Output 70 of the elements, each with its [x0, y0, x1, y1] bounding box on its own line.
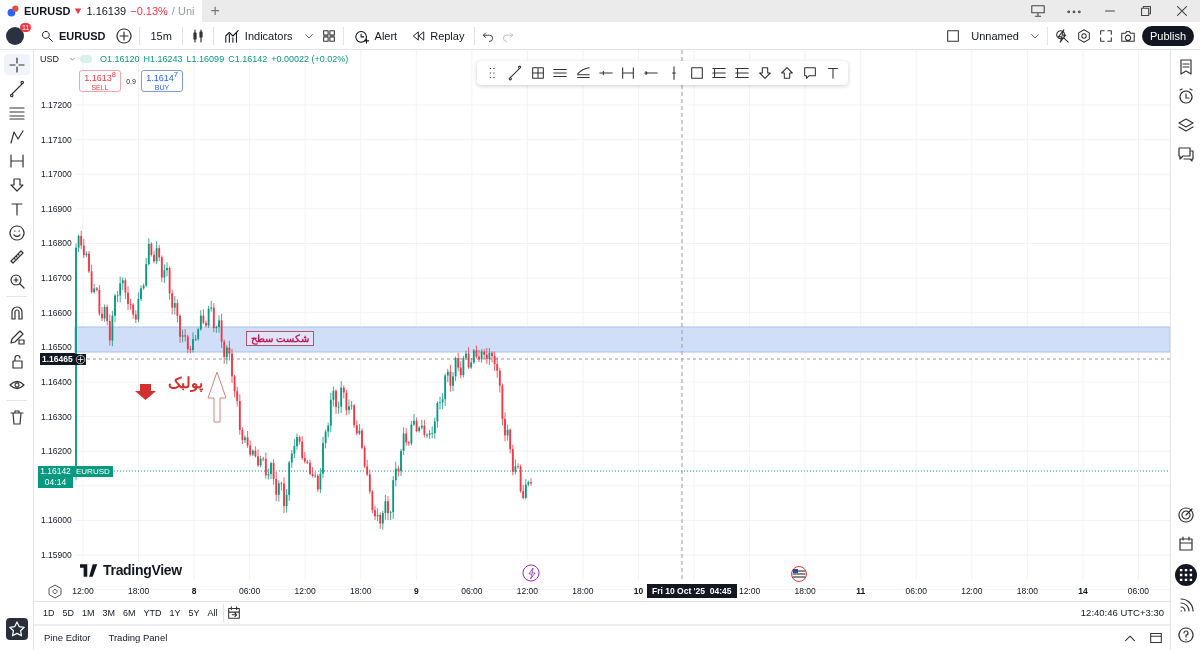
- time-label: 06:00: [239, 586, 261, 596]
- logo-text: TradingView: [103, 562, 182, 578]
- tab-change: −0.13%: [130, 5, 168, 17]
- range-button[interactable]: 1D: [40, 605, 58, 620]
- time-label: 06:00: [1127, 586, 1150, 596]
- range-button[interactable]: All: [204, 605, 221, 620]
- time-label: 12:00: [72, 586, 94, 596]
- time-label: 10: [633, 586, 644, 596]
- time-label: 9: [413, 586, 419, 596]
- annotation-text: پولبک: [168, 374, 203, 392]
- price-label: 1.16500: [41, 342, 72, 353]
- price-label: 1.16000: [41, 515, 72, 526]
- ohlc-open: O1.16120: [100, 54, 140, 64]
- time-label: 12:00: [738, 586, 761, 596]
- chart-tab[interactable]: EURUSD 1.16139 −0.13% / Uni: [0, 0, 203, 22]
- price-label: 1.16200: [41, 446, 72, 457]
- ohlc-close: C1.16142: [228, 54, 268, 64]
- price-label: 1.16900: [41, 203, 72, 214]
- panel-tab[interactable]: Pine Editor: [40, 630, 95, 646]
- interval-button[interactable]: 15m: [146, 27, 176, 44]
- range-button[interactable]: 6M: [120, 605, 139, 620]
- replay-button[interactable]: Replay: [407, 26, 469, 45]
- time-label: 18:00: [794, 586, 816, 596]
- range-button[interactable]: 1Y: [166, 605, 184, 620]
- alert-button[interactable]: Alert: [349, 25, 402, 46]
- ohlc-change: +0.00022 (+0.02%): [271, 54, 349, 64]
- price-label: 1.17100: [41, 134, 72, 145]
- time-label: 18:00: [1016, 586, 1038, 596]
- time-label: 18:00: [350, 586, 372, 596]
- time-label: 18:00: [572, 586, 594, 596]
- price-label: 1.17000: [41, 169, 72, 180]
- ohlc-high: H1.16243: [143, 54, 183, 64]
- time-label: 12:00: [516, 586, 539, 596]
- price-label: 1.16300: [41, 411, 72, 422]
- time-label: 18:00: [127, 586, 150, 596]
- range-button[interactable]: 5Y: [185, 605, 203, 620]
- annotation-label: شکست سطح: [246, 331, 314, 346]
- clock-text: 12:40:46 UTC+3:30: [1080, 607, 1164, 619]
- price-label: 1.15900: [41, 550, 72, 561]
- price-label: 1.16400: [41, 376, 72, 387]
- symbol-tag: EURUSD: [73, 466, 113, 477]
- panel-tab[interactable]: Trading Panel: [104, 630, 172, 646]
- tab-price: 1.16139: [86, 5, 127, 17]
- price-badge: 1.16465: [40, 353, 75, 365]
- price-label: 1.16800: [41, 238, 72, 249]
- publish-button[interactable]: Publish: [1141, 25, 1194, 46]
- range-button[interactable]: 3M: [99, 605, 119, 620]
- range-button[interactable]: YTD: [140, 605, 165, 620]
- time-label: 11: [856, 586, 866, 596]
- currency-button[interactable]: USD: [40, 54, 76, 64]
- last-price-badge: 1.16142 04:14: [38, 466, 73, 488]
- tab-symbol: EURUSD: [24, 5, 71, 17]
- price-label: 1.16700: [41, 273, 72, 284]
- new-tab-button[interactable]: +: [210, 2, 220, 20]
- price-label: 1.16600: [41, 307, 72, 318]
- time-label: 12:00: [294, 586, 316, 596]
- time-label: 06:00: [905, 586, 927, 596]
- range-button[interactable]: 1M: [79, 605, 98, 620]
- time-label: 14: [1078, 586, 1088, 596]
- symbol-search-button[interactable]: EURUSD: [36, 26, 110, 45]
- crosshair-time-label: Fri 10 Oct '25 04:45: [647, 584, 737, 598]
- time-label: 8: [191, 586, 197, 596]
- price-label: 1.17200: [41, 100, 72, 110]
- range-button[interactable]: 5D: [59, 605, 78, 620]
- ohlc-low: L1.16099: [186, 54, 225, 64]
- time-label: 06:00: [461, 586, 483, 596]
- tab-title: / Uni: [171, 5, 195, 17]
- layout-name-button[interactable]: Unnamed: [967, 27, 1023, 44]
- time-label: 12:00: [961, 586, 983, 596]
- indicators-button[interactable]: Indicators: [219, 25, 297, 46]
